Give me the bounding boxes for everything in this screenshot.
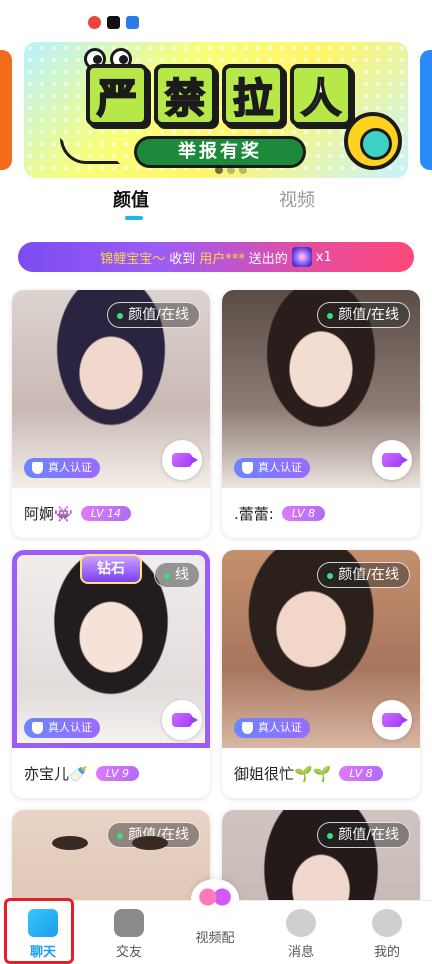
nav-profile[interactable]: 我的 bbox=[344, 901, 430, 964]
host-photo[interactable]: 颜值/在线 真人认证 bbox=[222, 290, 420, 488]
card-footer: 亦宝儿🍼 LV 9 bbox=[12, 748, 210, 798]
selection-highlight bbox=[4, 898, 74, 964]
megaphone-icon bbox=[344, 112, 402, 170]
host-card[interactable]: 颜值/在线 真人认证 阿婀👾 LV 14 bbox=[12, 290, 210, 538]
verified-badge: 真人认证 bbox=[234, 718, 310, 738]
weibo-icon bbox=[88, 16, 101, 29]
nav-video-match-label: 视频配 bbox=[195, 931, 235, 946]
gift-announcement-bar[interactable]: 锦鲤宝宝～ 收到 用户*** 送出的 x1 bbox=[18, 242, 414, 272]
banner-pager bbox=[215, 166, 247, 174]
host-card[interactable]: 钻石 线 真人认证 亦宝儿🍼 LV 9 bbox=[12, 550, 210, 798]
gift-sent-text: 送出的 bbox=[248, 251, 288, 267]
banner-title-char: 拉 bbox=[222, 64, 284, 126]
online-status-badge: 颜值/在线 bbox=[317, 822, 410, 848]
pager-dot bbox=[227, 166, 235, 174]
gift-sender: 锦鲤宝宝～ bbox=[100, 251, 166, 267]
chat-bubble-icon bbox=[286, 909, 316, 937]
card-footer: .蕾蕾: LV 8 bbox=[222, 488, 420, 538]
diamond-badge: 钻石 bbox=[80, 554, 142, 584]
gift-user: 用户*** bbox=[199, 251, 245, 267]
verified-badge: 真人认证 bbox=[24, 458, 100, 478]
nav-messages[interactable]: 消息 bbox=[258, 901, 344, 964]
nav-profile-label: 我的 bbox=[373, 945, 400, 960]
banner[interactable]: 严 禁 拉 人 举报有奖 bbox=[24, 42, 408, 178]
verified-badge: 真人认证 bbox=[24, 718, 100, 738]
online-status-badge: 颜值/在线 bbox=[107, 822, 200, 848]
video-camera-icon bbox=[382, 453, 408, 467]
video-camera-icon bbox=[172, 713, 198, 727]
gift-count: x1 bbox=[315, 249, 332, 265]
host-name: 阿婀👾 bbox=[24, 504, 73, 523]
host-card[interactable]: 颜值/在线 真人认证 御姐很忙🌱🌱 LV 8 bbox=[222, 550, 420, 798]
nav-video-match[interactable]: 视频配 bbox=[172, 879, 258, 964]
banner-prev-card[interactable] bbox=[0, 50, 12, 170]
status-icons bbox=[88, 16, 139, 29]
online-status-badge: 颜值/在线 bbox=[107, 302, 200, 328]
banner-title-char: 禁 bbox=[154, 64, 216, 126]
host-card[interactable]: 颜值/在线 真人认证 .蕾蕾: LV 8 bbox=[222, 290, 420, 538]
host-photo[interactable]: 颜值/在线 真人认证 bbox=[222, 550, 420, 748]
host-name: 亦宝儿🍼 bbox=[24, 764, 88, 783]
video-call-button[interactable] bbox=[372, 440, 412, 480]
host-photo[interactable]: 钻石 线 真人认证 bbox=[12, 550, 210, 748]
online-status-badge: 颜值/在线 bbox=[317, 302, 410, 328]
banner-subtitle: 举报有奖 bbox=[134, 136, 306, 168]
video-camera-icon bbox=[172, 453, 198, 467]
pager-dot bbox=[215, 166, 223, 174]
verified-badge: 真人认证 bbox=[234, 458, 310, 478]
person-icon bbox=[372, 909, 402, 937]
level-badge: LV 8 bbox=[339, 765, 383, 781]
nav-make-friends[interactable]: 交友 bbox=[86, 901, 172, 964]
card-footer: 阿婀👾 LV 14 bbox=[12, 488, 210, 538]
nav-messages-label: 消息 bbox=[287, 945, 314, 960]
video-call-button[interactable] bbox=[162, 440, 202, 480]
tiktok-icon bbox=[107, 16, 120, 29]
host-name: 御姐很忙🌱🌱 bbox=[234, 764, 332, 783]
host-card[interactable]: 颜值/在线 bbox=[12, 810, 210, 900]
online-status-badge: 颜值/在线 bbox=[317, 562, 410, 588]
banner-title-char: 人 bbox=[290, 64, 352, 126]
host-photo[interactable]: 颜值/在线 bbox=[222, 810, 420, 900]
level-badge: LV 9 bbox=[95, 765, 140, 781]
banner-title-char: 严 bbox=[86, 64, 148, 126]
tab-video[interactable]: 视频 bbox=[279, 186, 315, 212]
level-badge: LV 14 bbox=[80, 505, 132, 521]
banner-next-card[interactable] bbox=[420, 50, 432, 170]
online-status-badge: 线 bbox=[154, 562, 200, 588]
tab-beauty[interactable]: 颜值 bbox=[113, 186, 149, 212]
gift-icon bbox=[291, 247, 312, 267]
video-camera-icon bbox=[382, 713, 408, 727]
hearts-icon bbox=[191, 879, 239, 919]
host-card[interactable]: 颜值/在线 bbox=[222, 810, 420, 900]
host-photo[interactable]: 颜值/在线 真人认证 bbox=[12, 290, 210, 488]
app-icon bbox=[126, 16, 139, 29]
card-footer: 御姐很忙🌱🌱 LV 8 bbox=[222, 748, 420, 798]
level-badge: LV 8 bbox=[281, 505, 326, 521]
tab-active-indicator bbox=[125, 216, 143, 220]
host-photo[interactable]: 颜值/在线 bbox=[12, 810, 210, 900]
banner-title: 严 禁 拉 人 bbox=[86, 64, 352, 126]
video-call-button[interactable] bbox=[372, 700, 412, 740]
gift-received-text: 收到 bbox=[169, 251, 196, 267]
heart-box-icon bbox=[114, 909, 144, 937]
video-call-button[interactable] bbox=[162, 700, 202, 740]
banner-carousel[interactable]: 严 禁 拉 人 举报有奖 bbox=[0, 40, 432, 180]
nav-make-friends-label: 交友 bbox=[115, 945, 142, 960]
host-name: .蕾蕾: bbox=[234, 504, 274, 523]
pager-dot bbox=[239, 166, 247, 174]
category-tabs: 颜值 视频 bbox=[0, 186, 432, 222]
